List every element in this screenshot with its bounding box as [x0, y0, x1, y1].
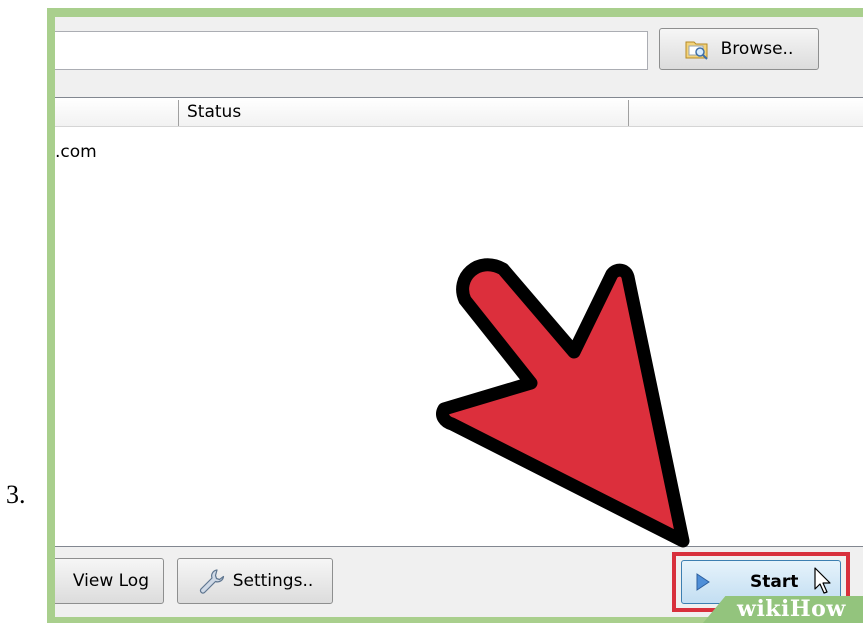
mouse-cursor-icon: [814, 567, 831, 594]
app-window: Browse.. Status .com View Log Settings..…: [55, 17, 863, 617]
view-log-label: View Log: [72, 571, 149, 591]
view-log-button[interactable]: View Log: [55, 558, 164, 604]
folder-search-icon: [685, 41, 708, 60]
list-item-name: .com: [55, 142, 97, 162]
browse-button-label: Browse..: [720, 39, 794, 59]
step-number: 3.: [6, 480, 26, 509]
start-label: Start: [750, 572, 799, 592]
column-separator[interactable]: [178, 100, 179, 126]
wikihow-watermark: wikiHow: [737, 596, 846, 622]
wrench-icon: [199, 569, 224, 594]
settings-button[interactable]: Settings..: [177, 558, 333, 604]
list-header: Status: [55, 98, 863, 127]
column-header-status[interactable]: Status: [187, 102, 241, 122]
list-item[interactable]: .com: [55, 142, 97, 162]
settings-label: Settings..: [232, 571, 314, 591]
column-separator[interactable]: [628, 100, 629, 126]
browse-button[interactable]: Browse..: [659, 28, 819, 70]
file-list[interactable]: Status .com: [55, 97, 863, 547]
path-input[interactable]: [55, 31, 648, 70]
play-icon: [696, 573, 710, 591]
